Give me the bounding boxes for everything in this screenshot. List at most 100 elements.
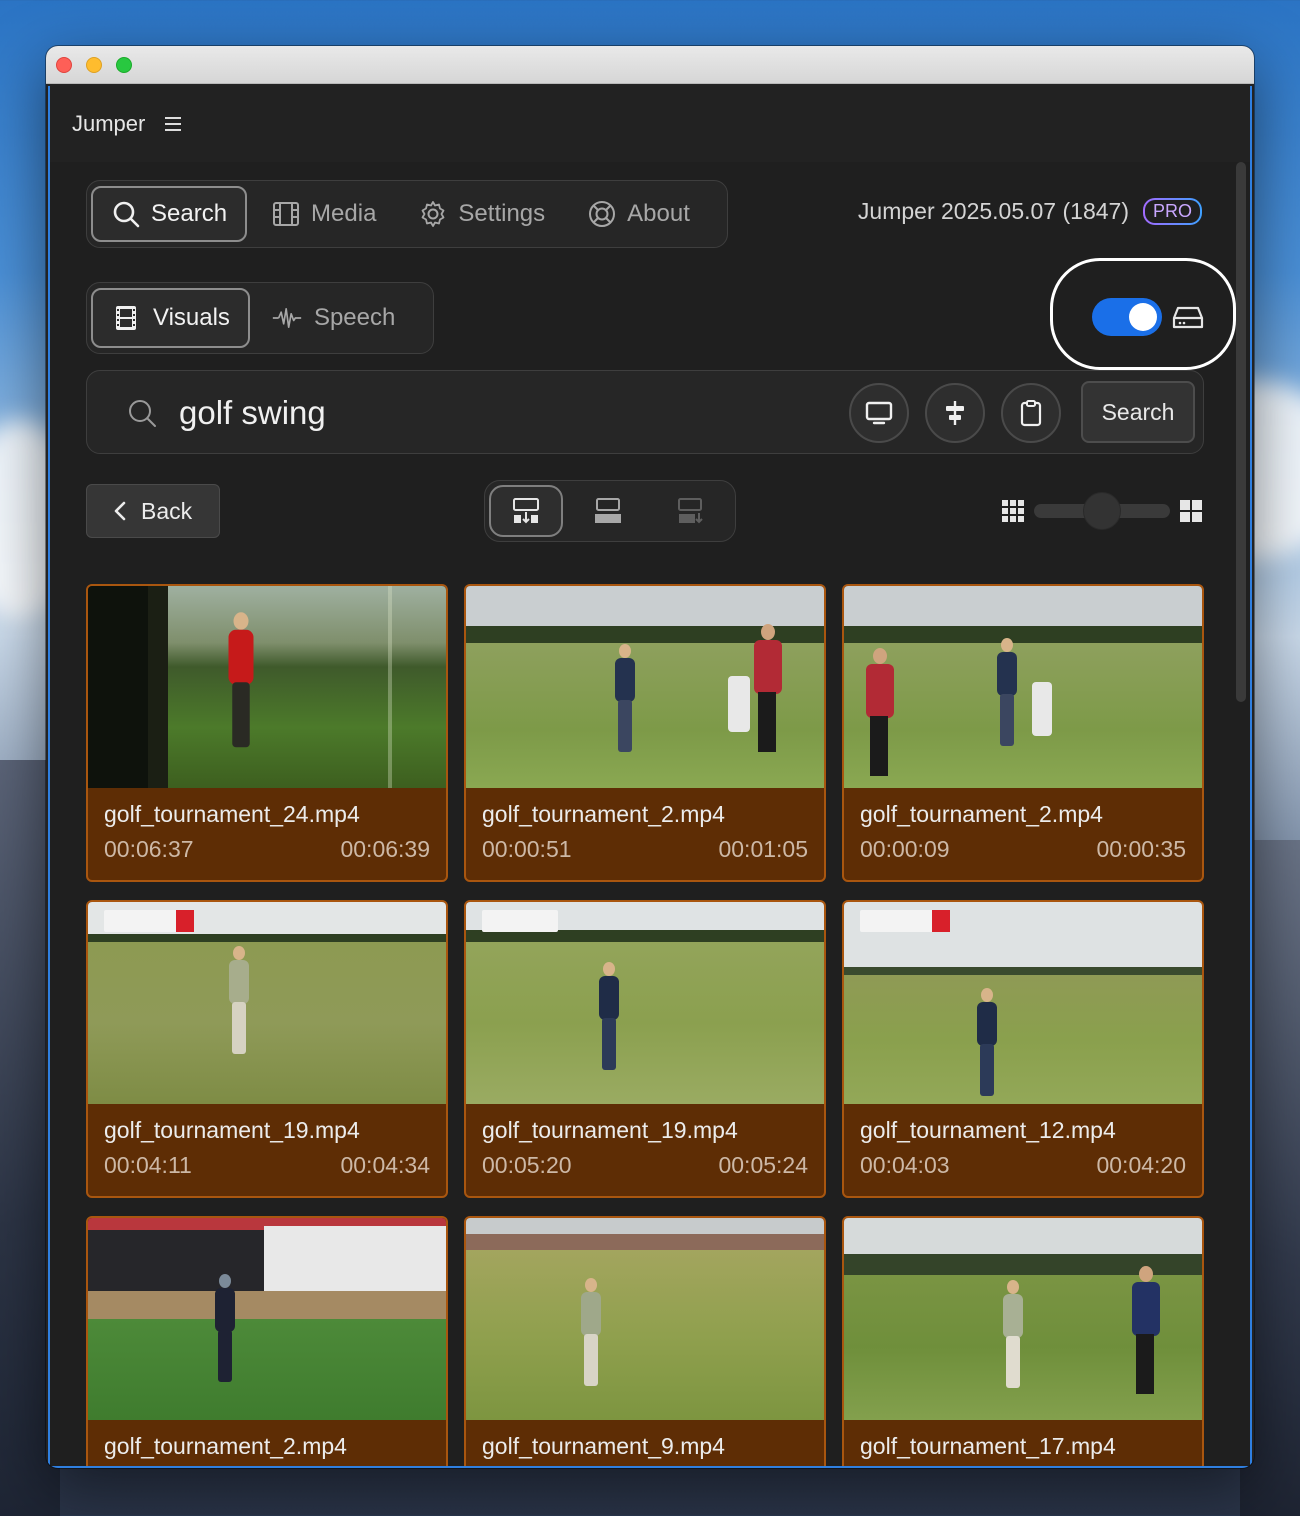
zoom-window-button[interactable] xyxy=(116,57,132,73)
paste-image-button[interactable] xyxy=(1001,383,1061,443)
vertical-scrollbar[interactable] xyxy=(1236,162,1246,702)
result-start-time: 00:00:51 xyxy=(482,836,572,862)
pro-badge: PRO xyxy=(1143,198,1202,225)
film-icon xyxy=(271,199,301,229)
result-card[interactable]: golf_tournament_2.mp4 00:00:51 00:01:05 xyxy=(464,584,826,882)
thumbnail-size-slider-thumb[interactable] xyxy=(1083,492,1121,530)
back-button[interactable]: Back xyxy=(86,484,220,538)
app-container: Jumper Search Media Settings About Jumpe… xyxy=(48,86,1252,1468)
video-thumbnail xyxy=(88,902,446,1104)
grid-small-icon[interactable] xyxy=(1002,500,1024,522)
back-label: Back xyxy=(141,497,193,524)
chevron-left-icon xyxy=(114,501,126,521)
view-mode-stack-down[interactable] xyxy=(489,485,563,537)
hamburger-menu-icon[interactable] xyxy=(165,113,182,135)
result-filename: golf_tournament_17.mp4 xyxy=(860,1433,1116,1459)
view-mode-filmstrip[interactable] xyxy=(571,485,645,537)
result-end-time: 00:06:39 xyxy=(340,836,430,862)
score-overlay xyxy=(104,910,194,932)
search-input[interactable] xyxy=(179,385,819,441)
result-card[interactable]: golf_tournament_12.mp4 00:04:03 00:04:20 xyxy=(842,900,1204,1198)
video-thumbnail xyxy=(88,586,446,788)
align-center-icon xyxy=(946,401,964,425)
result-card[interactable]: golf_tournament_2.mp4 xyxy=(86,1216,448,1466)
result-info: golf_tournament_24.mp4 00:06:37 00:06:39 xyxy=(88,788,446,863)
result-info: golf_tournament_19.mp4 00:04:11 00:04:34 xyxy=(88,1104,446,1179)
result-card[interactable]: golf_tournament_24.mp4 00:06:37 00:06:39 xyxy=(86,584,448,882)
mode-speech[interactable]: Speech xyxy=(254,288,413,348)
hard-drive-icon[interactable] xyxy=(1172,302,1204,332)
result-info: golf_tournament_17.mp4 xyxy=(844,1420,1202,1466)
tab-about[interactable]: About xyxy=(569,186,708,242)
result-filename: golf_tournament_2.mp4 xyxy=(104,1433,347,1459)
local-processing-toggle[interactable] xyxy=(1092,298,1162,336)
gear-icon xyxy=(418,199,448,229)
result-info: golf_tournament_2.mp4 00:00:51 00:01:05 xyxy=(466,788,824,863)
search-icon xyxy=(111,199,141,229)
result-filename: golf_tournament_2.mp4 xyxy=(860,801,1103,827)
result-card[interactable]: golf_tournament_2.mp4 00:00:09 00:00:35 xyxy=(842,584,1204,882)
results-grid: golf_tournament_24.mp4 00:06:37 00:06:39 … xyxy=(86,584,1204,1466)
align-search-button[interactable] xyxy=(925,383,985,443)
result-end-time: 00:05:24 xyxy=(718,1152,808,1178)
result-card[interactable]: golf_tournament_9.mp4 xyxy=(464,1216,826,1466)
version-info: Jumper 2025.05.07 (1847) PRO xyxy=(858,198,1202,225)
monitor-icon xyxy=(865,401,893,425)
waveform-icon xyxy=(272,303,302,333)
app-header: Jumper xyxy=(50,86,1250,162)
tab-media[interactable]: Media xyxy=(253,186,394,242)
result-filename: golf_tournament_2.mp4 xyxy=(482,801,725,827)
layout-stack-down-icon xyxy=(513,498,539,524)
main-nav: Search Media Settings About xyxy=(86,180,728,248)
result-start-time: 00:00:09 xyxy=(860,836,950,862)
mode-visuals[interactable]: Visuals xyxy=(91,288,250,348)
result-filename: golf_tournament_12.mp4 xyxy=(860,1117,1116,1143)
score-overlay xyxy=(860,910,950,932)
close-window-button[interactable] xyxy=(56,57,72,73)
layout-filmstrip-icon xyxy=(595,498,621,523)
score-overlay xyxy=(482,910,558,932)
search-button[interactable]: Search xyxy=(1081,381,1195,443)
tab-settings[interactable]: Settings xyxy=(400,186,563,242)
lifebuoy-icon xyxy=(587,199,617,229)
result-filename: golf_tournament_19.mp4 xyxy=(482,1117,738,1143)
app-window: Jumper Search Media Settings About Jumpe… xyxy=(46,46,1254,1468)
result-end-time: 00:04:20 xyxy=(1096,1152,1186,1178)
result-end-time: 00:04:34 xyxy=(340,1152,430,1178)
film-strip-icon xyxy=(111,303,141,333)
result-start-time: 00:06:37 xyxy=(104,836,194,862)
tab-search[interactable]: Search xyxy=(91,186,248,242)
result-start-time: 00:05:20 xyxy=(482,1152,572,1178)
result-info: golf_tournament_9.mp4 xyxy=(466,1420,824,1466)
view-mode-selector xyxy=(484,480,736,542)
grid-large-icon[interactable] xyxy=(1180,500,1202,522)
window-titlebar[interactable] xyxy=(46,46,1254,84)
result-card[interactable]: golf_tournament_19.mp4 00:05:20 00:05:24 xyxy=(464,900,826,1198)
result-info: golf_tournament_12.mp4 00:04:03 00:04:20 xyxy=(844,1104,1202,1179)
screen-search-button[interactable] xyxy=(849,383,909,443)
video-thumbnail xyxy=(466,1218,824,1420)
tab-label: Settings xyxy=(458,200,546,227)
view-mode-stack-dim[interactable] xyxy=(653,485,727,537)
app-name: Jumper xyxy=(72,111,146,136)
video-thumbnail xyxy=(844,1218,1202,1420)
result-info: golf_tournament_2.mp4 00:00:09 00:00:35 xyxy=(844,788,1202,863)
result-start-time: 00:04:03 xyxy=(860,1152,950,1178)
tab-label: About xyxy=(627,200,690,227)
video-thumbnail xyxy=(844,586,1202,788)
mode-label: Visuals xyxy=(153,304,230,331)
video-thumbnail xyxy=(844,902,1202,1104)
result-card[interactable]: golf_tournament_17.mp4 xyxy=(842,1216,1204,1466)
result-card[interactable]: golf_tournament_19.mp4 00:04:11 00:04:34 xyxy=(86,900,448,1198)
minimize-window-button[interactable] xyxy=(86,57,102,73)
version-label: Jumper 2025.05.07 (1847) xyxy=(857,198,1129,224)
video-thumbnail xyxy=(466,902,824,1104)
result-info: golf_tournament_2.mp4 xyxy=(88,1420,446,1466)
search-icon xyxy=(129,400,156,427)
result-filename: golf_tournament_24.mp4 xyxy=(104,801,360,827)
search-bar: Search xyxy=(86,370,1204,454)
video-thumbnail xyxy=(466,586,824,788)
mode-label: Speech xyxy=(313,304,396,331)
main-content: Search Media Settings About Jumper 2025.… xyxy=(50,162,1250,1466)
clipboard-icon xyxy=(1020,400,1042,427)
